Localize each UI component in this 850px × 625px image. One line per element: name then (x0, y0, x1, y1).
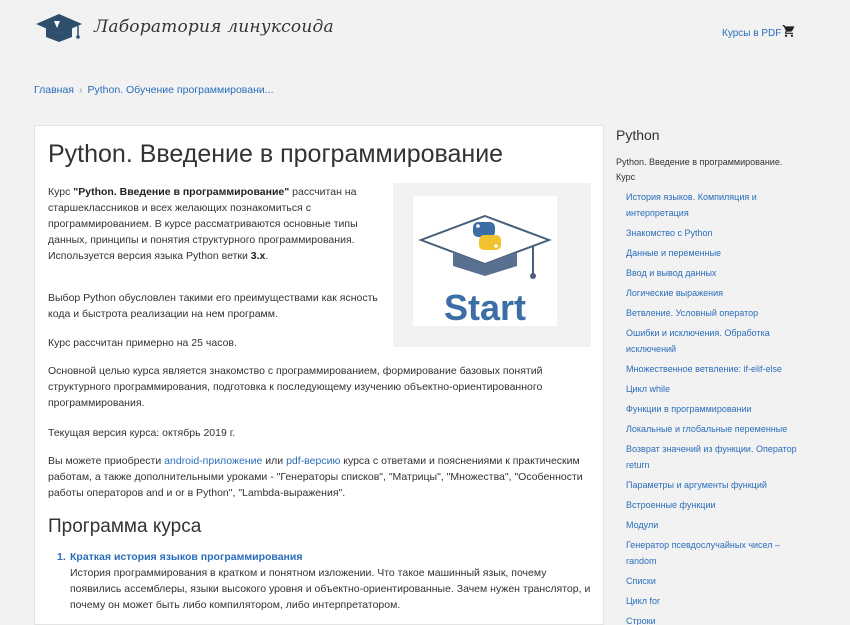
intro-end: . (265, 250, 269, 262)
sidebar-item-link[interactable]: Генератор псевдослучайных чисел – random (626, 540, 780, 566)
sidebar-item-link[interactable]: История языков. Компиляция и интерпретац… (626, 192, 757, 218)
program-item-number: 1. (57, 551, 66, 563)
sidebar-item-link[interactable]: Знакомство с Python (626, 228, 712, 238)
buy-text-2: или (262, 455, 287, 467)
sidebar-item[interactable]: Ошибки и исключения. Обработка исключени… (626, 325, 801, 357)
sidebar-item[interactable]: Локальные и глобальные переменные (626, 421, 801, 437)
main-content: Python. Введение в программирование Курс… (34, 125, 604, 625)
sidebar-item-link[interactable]: Возврат значений из функции. Оператор re… (626, 444, 797, 470)
sidebar-item[interactable]: Множественное ветвление: if-elif-else (626, 361, 801, 377)
sidebar-item-link[interactable]: Локальные и глобальные переменные (626, 424, 787, 434)
paragraph-buy: Вы можете приобрести android-приложение … (48, 453, 588, 501)
pdf-courses-link[interactable]: Курсы в PDF (722, 28, 781, 39)
sidebar-item-link[interactable]: Параметры и аргументы функций (626, 480, 767, 490)
sidebar-item[interactable]: Логические выражения (626, 285, 801, 301)
paragraph-version: Текущая версия курса: октябрь 2019 г. (48, 427, 236, 439)
paragraph-goal: Основной целью курса является знакомство… (48, 365, 543, 409)
paragraph-choice: Выбор Python обусловлен такими его преим… (48, 292, 378, 320)
course-intro: Курс "Python. Введение в программировани… (48, 184, 368, 264)
sidebar-item-link[interactable]: Функции в программировании (626, 404, 752, 414)
sidebar-title: Python (616, 127, 660, 143)
sidebar-item[interactable]: Ввод и вывод данных (626, 265, 801, 281)
android-app-link[interactable]: android-приложение (164, 455, 262, 467)
sidebar-item[interactable]: Встроенные функции (626, 497, 801, 513)
sidebar-item-link[interactable]: Множественное ветвление: if-elif-else (626, 364, 782, 374)
sidebar-item-link[interactable]: Модули (626, 520, 658, 530)
sidebar-item-link[interactable]: Цикл for (626, 596, 660, 606)
sidebar-item[interactable]: Модули (626, 517, 801, 533)
breadcrumb-current-link[interactable]: Python. Обучение программировани... (87, 84, 273, 96)
sidebar-item[interactable]: Параметры и аргументы функций (626, 477, 801, 493)
sidebar-item[interactable]: Знакомство с Python (626, 225, 801, 241)
python-start-image: Start (418, 214, 552, 328)
intro-prefix: Курс (48, 186, 74, 198)
graduation-cap-logo-icon[interactable] (34, 12, 84, 42)
intro-course-name: "Python. Введение в программирование" (73, 186, 290, 198)
sidebar-course-name: Python. Введение в программирование. Кур… (616, 157, 783, 182)
pdf-version-link[interactable]: pdf-версию (286, 455, 340, 467)
program-item-title-link[interactable]: Краткая история языков программирования (70, 549, 302, 565)
sidebar-item-link[interactable]: Логические выражения (626, 288, 723, 298)
sidebar-item[interactable]: Ветвление. Условный оператор (626, 305, 801, 321)
page-title: Python. Введение в программирование (48, 140, 504, 168)
sidebar-item-link[interactable]: Цикл while (626, 384, 670, 394)
site-logo-text[interactable]: Лаборатория линуксоида (94, 17, 334, 37)
course-image: Start (393, 183, 591, 347)
python-logo-icon (473, 222, 495, 237)
paragraph-hours: Курс рассчитан примерно на 25 часов. (48, 337, 237, 349)
intro-version: 3.x (250, 250, 266, 262)
program-item-description: История программирования в кратком и пон… (70, 567, 591, 611)
course-image-card: Start (413, 196, 557, 328)
breadcrumb-home-link[interactable]: Главная (34, 84, 74, 96)
program-section-title: Программа курса (48, 516, 202, 537)
breadcrumb-separator: › (78, 84, 83, 96)
sidebar-item-link[interactable]: Встроенные функции (626, 500, 715, 510)
sidebar-item[interactable]: Данные и переменные (626, 245, 801, 261)
sidebar-item-link[interactable]: Данные и переменные (626, 248, 721, 258)
sidebar-item[interactable]: Генератор псевдослучайных чисел – random (626, 537, 801, 569)
sidebar-item[interactable]: Цикл while (626, 381, 801, 397)
sidebar-item-link[interactable]: Ввод и вывод данных (626, 268, 716, 278)
sidebar-item-link[interactable]: Списки (626, 576, 656, 586)
sidebar-item[interactable]: История языков. Компиляция и интерпретац… (626, 189, 801, 221)
sidebar-item[interactable]: Списки (626, 573, 801, 589)
site-header: Лаборатория линуксоида Курсы в PDF (0, 0, 850, 62)
sidebar-item[interactable]: Функции в программировании (626, 401, 801, 417)
cart-icon[interactable] (782, 24, 796, 38)
sidebar-item-link[interactable]: Ошибки и исключения. Обработка исключени… (626, 328, 770, 354)
sidebar-lesson-list: История языков. Компиляция и интерпретац… (626, 189, 801, 625)
sidebar-item[interactable]: Цикл for (626, 593, 801, 609)
sidebar-item-link[interactable]: Ветвление. Условный оператор (626, 308, 758, 318)
buy-text-1: Вы можете приобрести (48, 455, 165, 467)
sidebar: Python Python. Введение в программирован… (604, 125, 850, 625)
sidebar-item[interactable]: Строки (626, 613, 801, 625)
breadcrumb: Главная › Python. Обучение программировани… (34, 84, 274, 96)
sidebar-item[interactable]: Возврат значений из функции. Оператор re… (626, 441, 801, 473)
sidebar-item-link[interactable]: Строки (626, 616, 656, 625)
image-start-text: Start (444, 287, 526, 326)
